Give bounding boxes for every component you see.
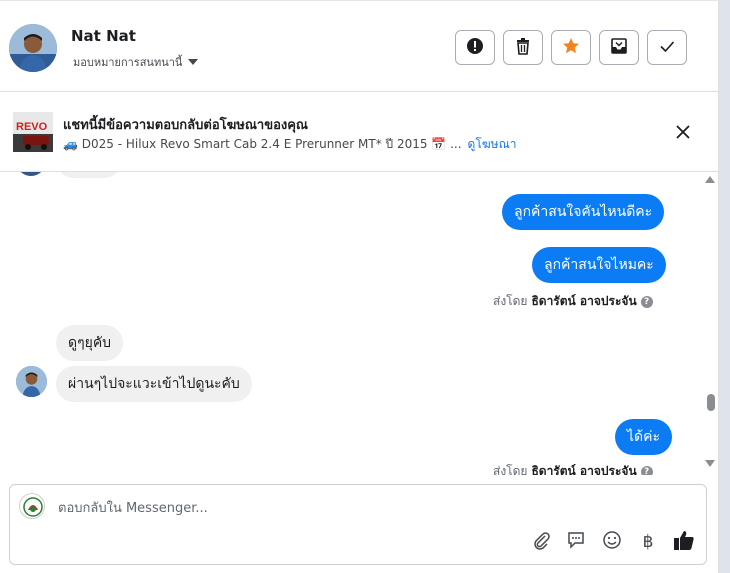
help-icon[interactable]: ? — [640, 465, 653, 475]
close-icon — [676, 124, 690, 143]
sent-by-label: ส่งโดย ธิดารัตน์ อาจประจัน ? — [493, 292, 653, 311]
ad-thumb-logo: REVO — [16, 121, 48, 133]
sent-by-prefix: ส่งโดย — [493, 294, 528, 308]
archive-button[interactable] — [599, 30, 639, 65]
trash-icon — [514, 37, 532, 59]
close-ad-banner-button[interactable] — [668, 118, 698, 148]
message-bubble-outgoing: ลูกค้าสนใจไหมคะ — [532, 247, 666, 283]
help-icon[interactable]: ? — [640, 295, 653, 308]
saved-replies-button[interactable] — [564, 530, 588, 554]
conversation-header: Nat Nat มอบหมายการสนทนานี้ — [0, 0, 719, 92]
message-thread[interactable]: ลูกค้าสนใจคันไหนดีคะ ลูกค้าสนใจไหมคะ ส่ง… — [0, 172, 719, 475]
scroll-down-arrow[interactable] — [705, 460, 715, 467]
check-icon — [658, 37, 676, 59]
message-bubble-outgoing: ลูกค้าสนใจคันไหนดีคะ — [502, 194, 665, 230]
assign-label: มอบหมายการสนทนานี้ — [73, 56, 183, 69]
sent-by-prefix: ส่งโดย — [493, 464, 528, 475]
attach-button[interactable] — [529, 530, 553, 554]
sender-name: ธิดารัตน์ อาจประจัน — [531, 464, 637, 475]
emoji-button[interactable] — [600, 530, 624, 554]
contact-avatar-small — [16, 366, 47, 397]
report-icon — [466, 37, 484, 59]
message-bubble-outgoing: ได้ค่ะ — [615, 419, 673, 455]
ad-description-row: 🚙 D025 - Hilux Revo Smart Cab 2.4 E Prer… — [63, 135, 516, 154]
baht-icon: ฿ — [642, 532, 654, 552]
sender-name: ธิดารัตน์ อาจประจัน — [531, 294, 637, 308]
message-bubble-cutoff — [56, 172, 122, 178]
ad-banner-title: แชทนี้มีข้อความตอบกลับต่อโฆษณาของคุณ — [63, 118, 308, 133]
payment-button[interactable]: ฿ — [636, 530, 660, 554]
ad-reply-banner: REVO แชทนี้มีข้อความตอบกลับต่อโฆษณาของคุ… — [0, 92, 719, 172]
conversation-panel: Nat Nat มอบหมายการสนทนานี้ REVO แชทนี้มี… — [0, 0, 719, 573]
paperclip-icon — [531, 530, 551, 555]
chevron-down-icon — [188, 59, 199, 65]
reply-composer: ฿ — [9, 484, 707, 565]
ad-thumbnail[interactable]: REVO — [13, 112, 53, 152]
sent-by-label: ส่งโดย ธิดารัตน์ อาจประจัน ? — [493, 462, 653, 475]
page-avatar — [19, 493, 45, 519]
star-button[interactable] — [551, 30, 591, 65]
archive-icon — [610, 37, 628, 59]
thumbs-up-icon — [673, 529, 695, 556]
chat-icon — [566, 530, 586, 555]
message-bubble-incoming: ดูๆยุคับ — [56, 325, 124, 361]
message-bubble-incoming: ผ่านๆไปจะแวะเข้าไปดูนะคับ — [56, 366, 252, 402]
mark-done-button[interactable] — [647, 30, 687, 65]
like-button[interactable] — [672, 530, 696, 554]
reply-input[interactable] — [58, 497, 658, 519]
contact-avatar[interactable] — [9, 24, 57, 72]
view-ad-link[interactable]: ดูโฆษณา — [468, 135, 517, 154]
page-background-strip — [719, 0, 730, 573]
assign-conversation-dropdown[interactable]: มอบหมายการสนทนานี้ — [73, 53, 199, 71]
ad-description: 🚙 D025 - Hilux Revo Smart Cab 2.4 E Prer… — [63, 137, 462, 151]
scrollbar-thumb[interactable] — [707, 394, 715, 411]
contact-name: Nat Nat — [71, 27, 136, 45]
delete-button[interactable] — [503, 30, 543, 65]
report-button[interactable] — [455, 30, 495, 65]
contact-avatar-cutoff — [16, 172, 46, 176]
star-icon — [562, 37, 580, 59]
scroll-up-arrow[interactable] — [705, 176, 715, 183]
emoji-icon — [602, 530, 622, 555]
